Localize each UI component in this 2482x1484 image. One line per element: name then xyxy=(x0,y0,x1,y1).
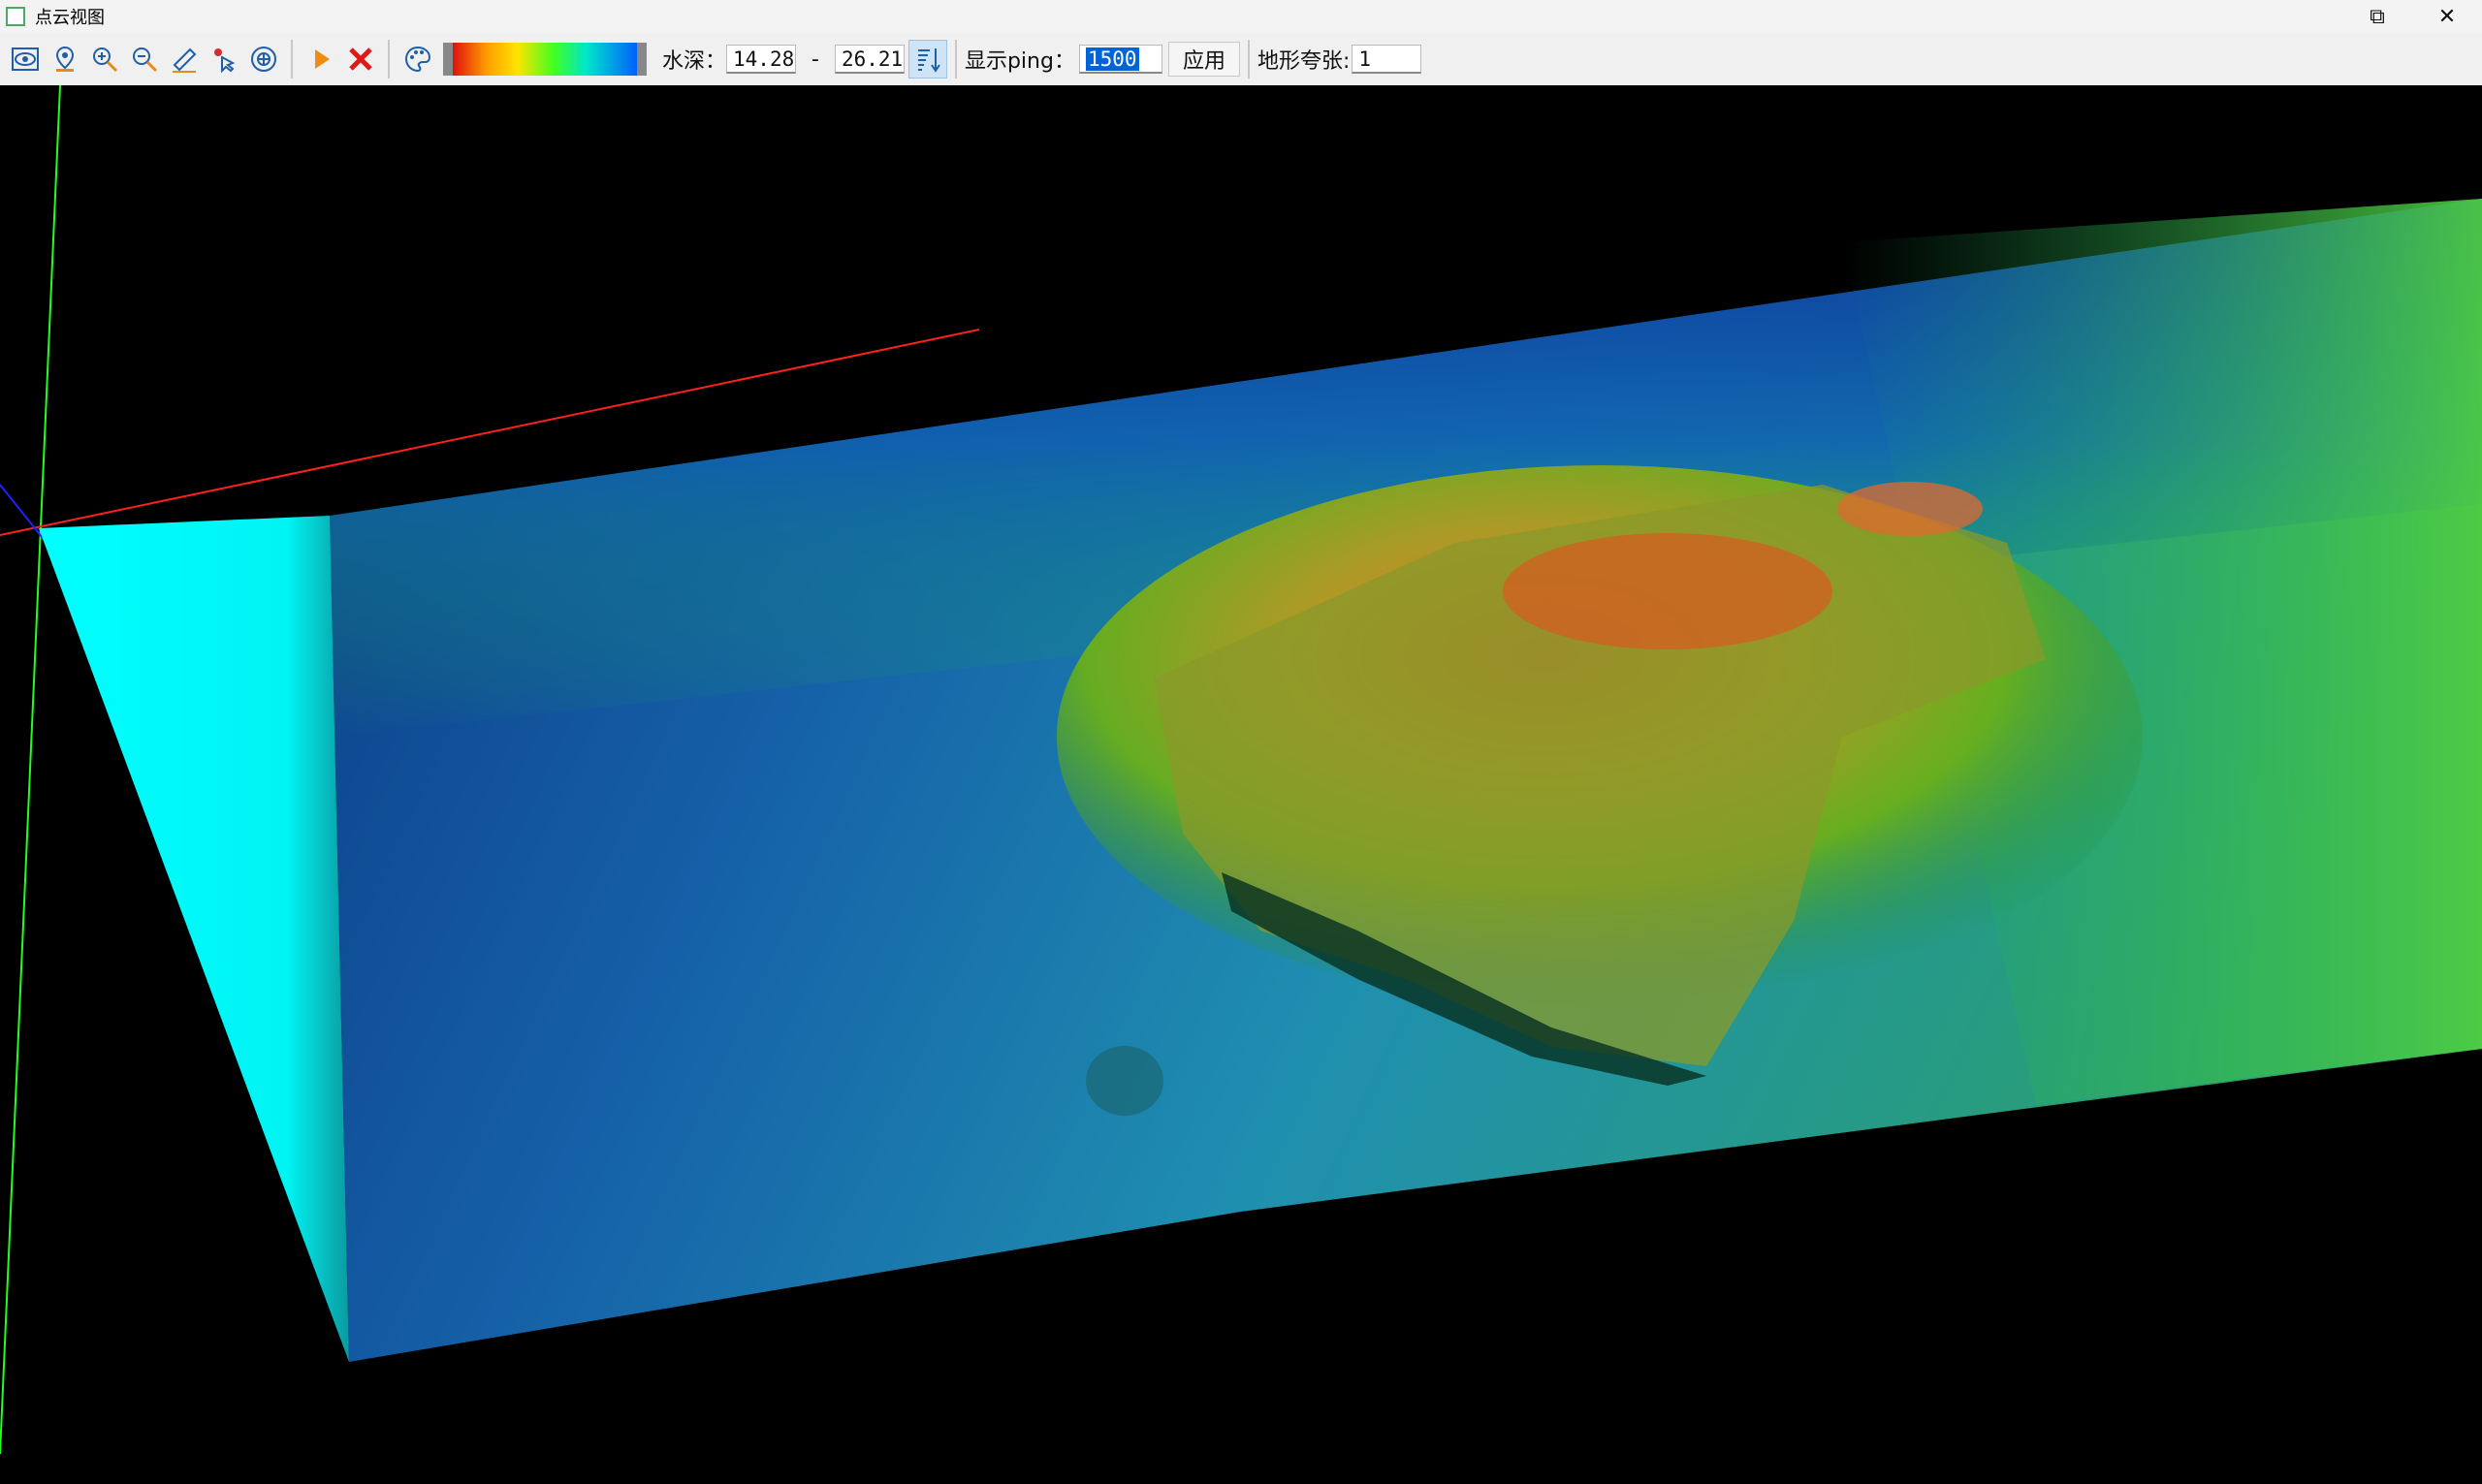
point-cloud-viewport[interactable] xyxy=(0,84,2482,1480)
seabed-boulder xyxy=(1086,1046,1163,1116)
point-cloud-side-wall xyxy=(39,516,349,1362)
depth-color-scale[interactable] xyxy=(443,43,647,76)
pick-button[interactable] xyxy=(205,40,243,79)
play-button[interactable] xyxy=(302,40,340,79)
depth-max-field[interactable]: 26.21 xyxy=(834,45,905,74)
title-bar: 点云视图 ⧉ ✕ xyxy=(0,0,2482,33)
apply-button[interactable]: 应用 xyxy=(1167,42,1240,77)
toolbar-separator xyxy=(1247,40,1250,79)
ruler-icon xyxy=(173,47,197,73)
point-cloud-canvas[interactable] xyxy=(0,84,2482,1480)
toolbar-separator xyxy=(291,40,293,79)
app-icon xyxy=(6,7,25,26)
window-title: 点云视图 xyxy=(35,8,105,28)
zoom-out-button[interactable] xyxy=(125,40,164,79)
restore-button[interactable]: ⧉ xyxy=(2342,0,2412,33)
sort-depth-button[interactable] xyxy=(907,40,947,79)
toolbar-separator xyxy=(954,40,957,79)
color-scheme-button[interactable] xyxy=(398,40,437,79)
pointer-pick-icon xyxy=(214,48,236,74)
ping-field[interactable]: 1500 xyxy=(1078,45,1162,74)
depth-separator: - xyxy=(811,47,819,72)
play-icon xyxy=(315,49,330,69)
depth-label: 水深： xyxy=(662,49,727,74)
wreck-top-highlight xyxy=(1837,482,1983,536)
locate-button[interactable] xyxy=(46,40,84,79)
toolbar: 水深： 14.28 - 26.21 显示ping： 1500 应用 地形夸张: … xyxy=(0,33,2482,86)
y-axis xyxy=(0,84,61,1455)
ping-label: 显示ping： xyxy=(964,49,1075,74)
toolbar-separator xyxy=(388,40,390,79)
zoom-out-icon xyxy=(133,47,158,73)
measure-button[interactable] xyxy=(165,40,204,79)
ping-value: 1500 xyxy=(1085,47,1139,71)
depth-min-field[interactable]: 14.28 xyxy=(726,45,797,74)
eye-icon xyxy=(12,47,39,71)
window-controls: ⧉ ✕ xyxy=(2342,0,2482,33)
close-button[interactable]: ✕ xyxy=(2412,0,2482,33)
palette-icon xyxy=(404,46,431,73)
center-button[interactable] xyxy=(244,40,283,79)
zoom-in-button[interactable] xyxy=(85,40,124,79)
view-button[interactable] xyxy=(6,40,45,79)
zoom-in-icon xyxy=(93,47,118,73)
wreck-peak xyxy=(1503,533,1832,649)
exaggeration-field[interactable]: 1 xyxy=(1352,45,1422,74)
exaggeration-label: 地形夸张: xyxy=(1257,49,1351,74)
stop-button[interactable] xyxy=(341,40,380,79)
sort-icon xyxy=(917,48,940,73)
target-icon xyxy=(251,47,276,72)
close-red-icon xyxy=(349,47,372,71)
location-pin-icon xyxy=(55,46,75,72)
